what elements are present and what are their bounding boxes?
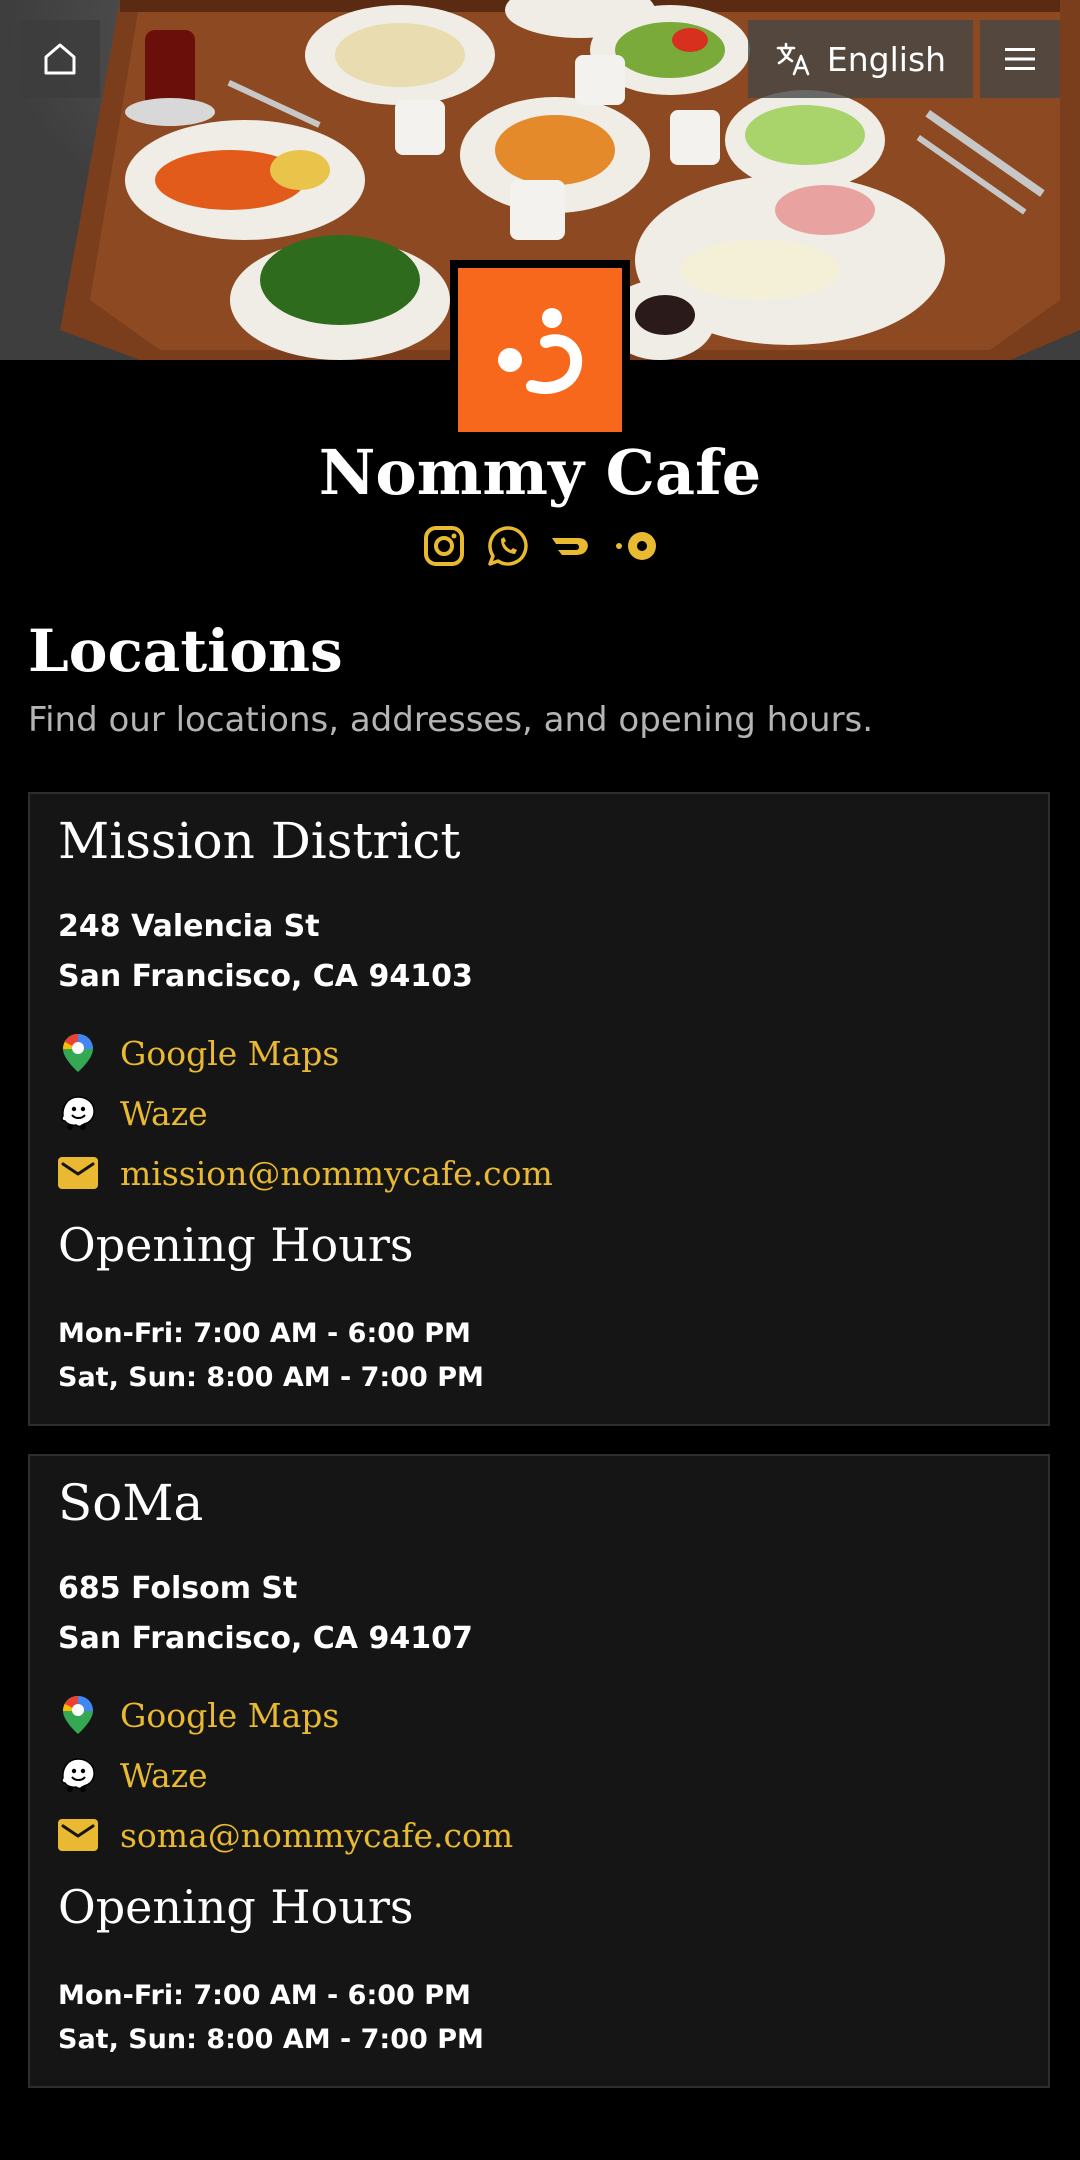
doordash-link[interactable] (550, 524, 594, 568)
waze-label: Waze (120, 1755, 208, 1795)
instagram-icon (424, 526, 464, 566)
cafe-logo (458, 268, 622, 432)
google-maps-label: Google Maps (120, 1695, 340, 1735)
google-maps-link[interactable]: Google Maps (58, 1690, 339, 1740)
menu-button[interactable] (980, 20, 1060, 98)
email-label: soma@nommycafe.com (120, 1815, 514, 1855)
waze-icon (58, 1755, 98, 1795)
opening-hours-title: Opening Hours (58, 1218, 414, 1272)
address-line-2: San Francisco, CA 94103 (58, 959, 473, 994)
email-label: mission@nommycafe.com (120, 1153, 553, 1193)
cafe-name: Nommy Cafe (318, 436, 762, 509)
home-button[interactable] (20, 20, 100, 98)
hours-line: Sat, Sun: 8:00 AM - 7:00 PM (58, 1362, 484, 1393)
waze-icon (58, 1093, 98, 1133)
location-address: 685 Folsom St San Francisco, CA 94107 (58, 1564, 473, 1664)
page-subtitle: Find our locations, addresses, and openi… (28, 700, 874, 740)
location-name: SoMa (58, 1474, 204, 1532)
translate-icon (776, 42, 810, 76)
waze-link[interactable]: Waze (58, 1750, 208, 1800)
envelope-icon (58, 1153, 98, 1193)
google-maps-link[interactable]: Google Maps (58, 1028, 339, 1078)
opening-hours-title: Opening Hours (58, 1880, 414, 1934)
hours-line: Sat, Sun: 8:00 AM - 7:00 PM (58, 2024, 484, 2055)
language-label: English (826, 39, 947, 79)
doordash-icon (552, 538, 588, 555)
logo-frame (450, 260, 630, 440)
email-link[interactable]: mission@nommycafe.com (58, 1148, 553, 1198)
postmates-icon (616, 532, 656, 560)
instagram-link[interactable] (422, 524, 466, 568)
google-maps-icon (58, 1695, 98, 1735)
address-line-1: 685 Folsom St (58, 1571, 298, 1606)
whatsapp-icon (488, 526, 528, 566)
address-line-1: 248 Valencia St (58, 909, 320, 944)
language-selector[interactable]: English (748, 20, 973, 98)
page-title: Locations (28, 617, 343, 685)
social-links (0, 524, 1080, 568)
location-name: Mission District (58, 812, 461, 870)
postmates-link[interactable] (614, 524, 658, 568)
envelope-icon (58, 1815, 98, 1855)
whatsapp-link[interactable] (486, 524, 530, 568)
location-address: 248 Valencia St San Francisco, CA 94103 (58, 902, 473, 1002)
opening-hours-list: Mon-Fri: 7:00 AM - 6:00 PM Sat, Sun: 8:0… (58, 1312, 484, 1400)
smiley-logo-icon (498, 308, 583, 394)
opening-hours-list: Mon-Fri: 7:00 AM - 6:00 PM Sat, Sun: 8:0… (58, 1974, 484, 2062)
google-maps-icon (58, 1033, 98, 1073)
home-icon (44, 43, 76, 75)
menu-icon (1005, 48, 1035, 70)
google-maps-label: Google Maps (120, 1033, 340, 1073)
location-card: Mission District 248 Valencia St San Fra… (28, 792, 1050, 1426)
location-card: SoMa 685 Folsom St San Francisco, CA 941… (28, 1454, 1050, 2088)
email-link[interactable]: soma@nommycafe.com (58, 1810, 513, 1860)
hours-line: Mon-Fri: 7:00 AM - 6:00 PM (58, 1318, 471, 1349)
hours-line: Mon-Fri: 7:00 AM - 6:00 PM (58, 1980, 471, 2011)
waze-link[interactable]: Waze (58, 1088, 208, 1138)
waze-label: Waze (120, 1093, 208, 1133)
address-line-2: San Francisco, CA 94107 (58, 1621, 473, 1656)
